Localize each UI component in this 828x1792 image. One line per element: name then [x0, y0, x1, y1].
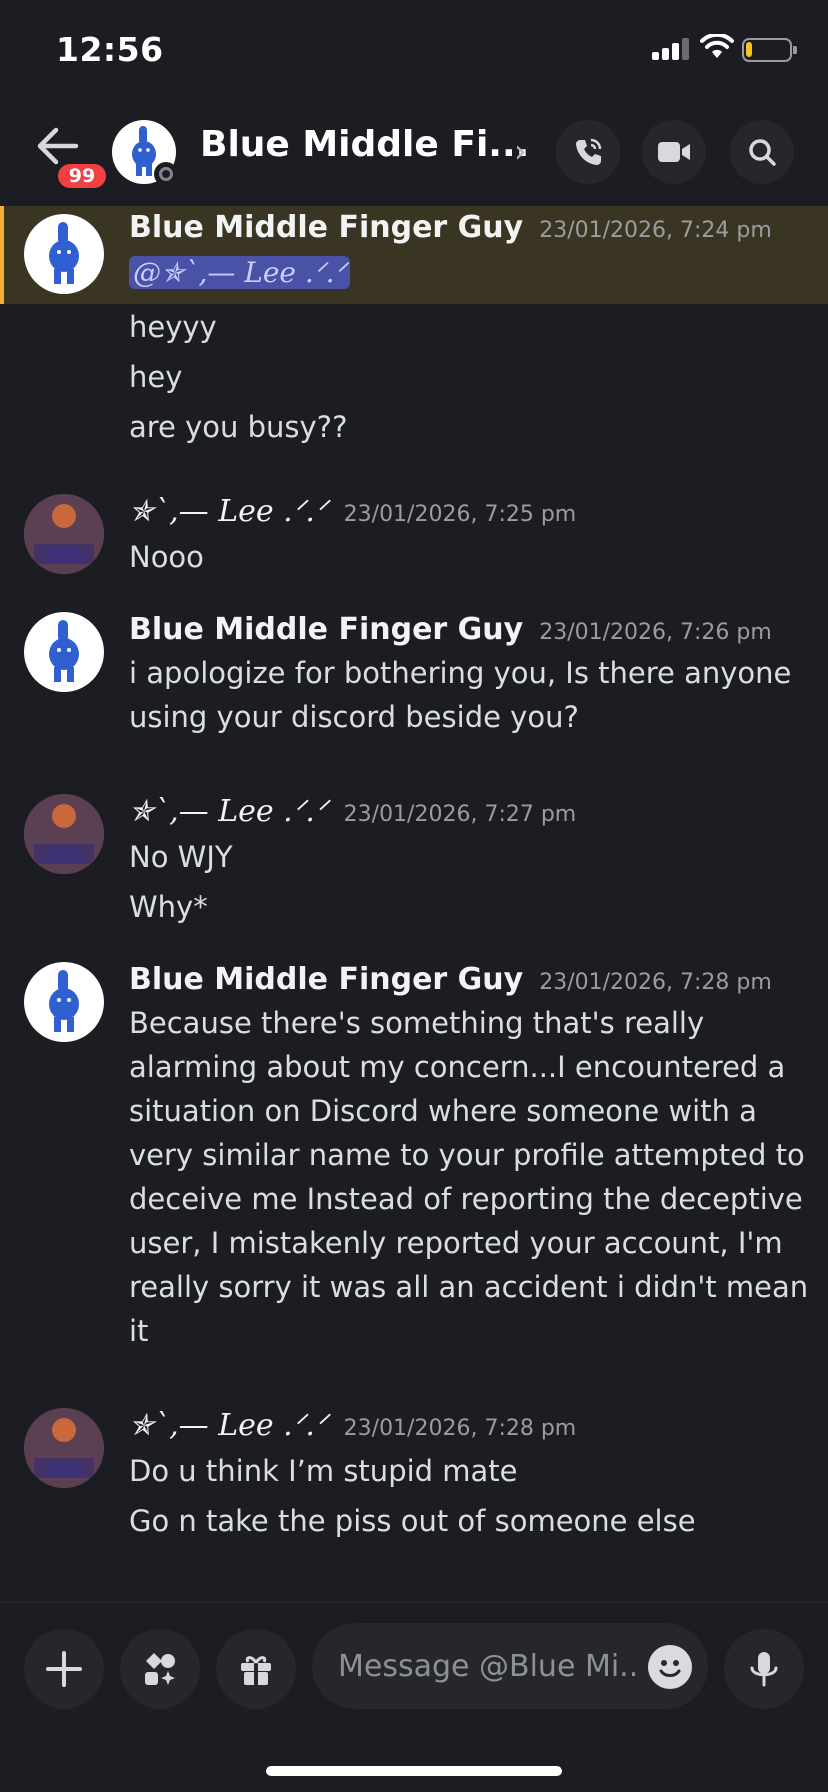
message-input[interactable]: [338, 1641, 638, 1691]
add-attachment-button[interactable]: [24, 1629, 104, 1709]
message-text: Go n take the piss out of someone else: [129, 1504, 696, 1538]
message-text: Why*: [129, 890, 208, 924]
message-text: it: [129, 1314, 149, 1348]
message-text: are you busy??: [129, 410, 348, 444]
video-call-button[interactable]: [642, 120, 706, 184]
gift-icon: [241, 1656, 271, 1685]
message-author[interactable]: ✯`,— Lee .ᐟ.ᐟ 23/01/2026, 7:27 pm: [129, 794, 576, 829]
message-author[interactable]: Blue Middle Finger Guy 23/01/2026, 7:28 p…: [129, 962, 772, 997]
voice-call-button[interactable]: [556, 120, 620, 184]
emoji-icon[interactable]: [648, 1645, 692, 1689]
message-timestamp: 23/01/2026, 7:25 pm: [343, 502, 577, 527]
message-timestamp: 23/01/2026, 7:26 pm: [539, 620, 772, 645]
search-button[interactable]: [730, 120, 794, 184]
profile-photo-icon: [24, 1408, 104, 1488]
home-indicator[interactable]: [266, 1766, 562, 1776]
message-timestamp: 23/01/2026, 7:28 pm: [539, 970, 772, 995]
avatar[interactable]: [24, 612, 104, 692]
message-timestamp: 23/01/2026, 7:24 pm: [539, 218, 772, 243]
message-text: hey: [129, 360, 183, 394]
message-timestamp: 23/01/2026, 7:28 pm: [343, 1416, 577, 1441]
avatar[interactable]: [24, 1408, 104, 1488]
message-text: very similar name to your profile attemp…: [129, 1138, 805, 1172]
voice-message-button[interactable]: [724, 1629, 804, 1709]
blue-figure-icon: [49, 970, 79, 1032]
video-camera-icon: [658, 142, 690, 162]
channel-header: 99 Blue Middle Fi... ›: [0, 100, 828, 204]
profile-photo-icon: [24, 494, 104, 574]
phone-icon: [576, 138, 602, 165]
message-input-container: [312, 1623, 708, 1709]
unread-badge: 99: [54, 160, 110, 192]
user-mention[interactable]: @✯`,— Lee .ᐟ.ᐟ: [129, 256, 351, 289]
message-text: i apologize for bothering you, Is there …: [129, 656, 792, 690]
message-text: using your discord beside you?: [129, 700, 579, 734]
message-author[interactable]: Blue Middle Finger Guy 23/01/2026, 7:26 p…: [129, 612, 772, 647]
status-bar: 12:56: [0, 0, 828, 100]
channel-title[interactable]: Blue Middle Fi...: [200, 124, 529, 165]
status-time: 12:56: [56, 30, 164, 69]
message-composer: [0, 1602, 828, 1792]
message-text: really sorry it was all an accident i di…: [129, 1270, 809, 1304]
battery-icon: [742, 38, 797, 62]
cellular-signal-icon: [652, 36, 690, 60]
message-text: alarming about my concern...I encountere…: [129, 1050, 786, 1084]
plus-icon: [46, 1651, 82, 1687]
message-text: situation on Discord where someone with …: [129, 1094, 757, 1128]
apps-button[interactable]: [120, 1629, 200, 1709]
message-timestamp: 23/01/2026, 7:27 pm: [343, 802, 577, 827]
message-author[interactable]: Blue Middle Finger Guy 23/01/2026, 7:24 p…: [129, 210, 772, 245]
blue-figure-icon: [49, 620, 79, 682]
microphone-icon: [750, 1652, 778, 1687]
search-icon: [749, 139, 776, 166]
message-text: No WJY: [129, 840, 233, 874]
message-text: heyyy: [129, 310, 217, 344]
avatar[interactable]: [24, 214, 104, 294]
message-text: deceive me Instead of reporting the dece…: [129, 1182, 803, 1216]
avatar[interactable]: [24, 494, 104, 574]
chevron-right-icon[interactable]: ›: [514, 132, 527, 170]
gift-button[interactable]: [216, 1629, 296, 1709]
message-text: Because there's something that's really: [129, 1006, 705, 1040]
apps-icon: [145, 1653, 175, 1685]
wifi-icon: [700, 34, 734, 58]
message-text: Do u think I’m stupid mate: [129, 1454, 518, 1488]
message-author[interactable]: ✯`,— Lee .ᐟ.ᐟ 23/01/2026, 7:25 pm: [129, 494, 576, 529]
profile-photo-icon: [24, 794, 104, 874]
blue-figure-icon: [49, 222, 79, 284]
avatar[interactable]: [24, 794, 104, 874]
message-author[interactable]: ✯`,— Lee .ᐟ.ᐟ 23/01/2026, 7:28 pm: [129, 1408, 576, 1443]
message-text: Nooo: [129, 540, 204, 574]
message-text: user, I mistakenly reported your account…: [129, 1226, 783, 1260]
avatar[interactable]: [24, 962, 104, 1042]
offline-status-icon: [154, 162, 178, 186]
